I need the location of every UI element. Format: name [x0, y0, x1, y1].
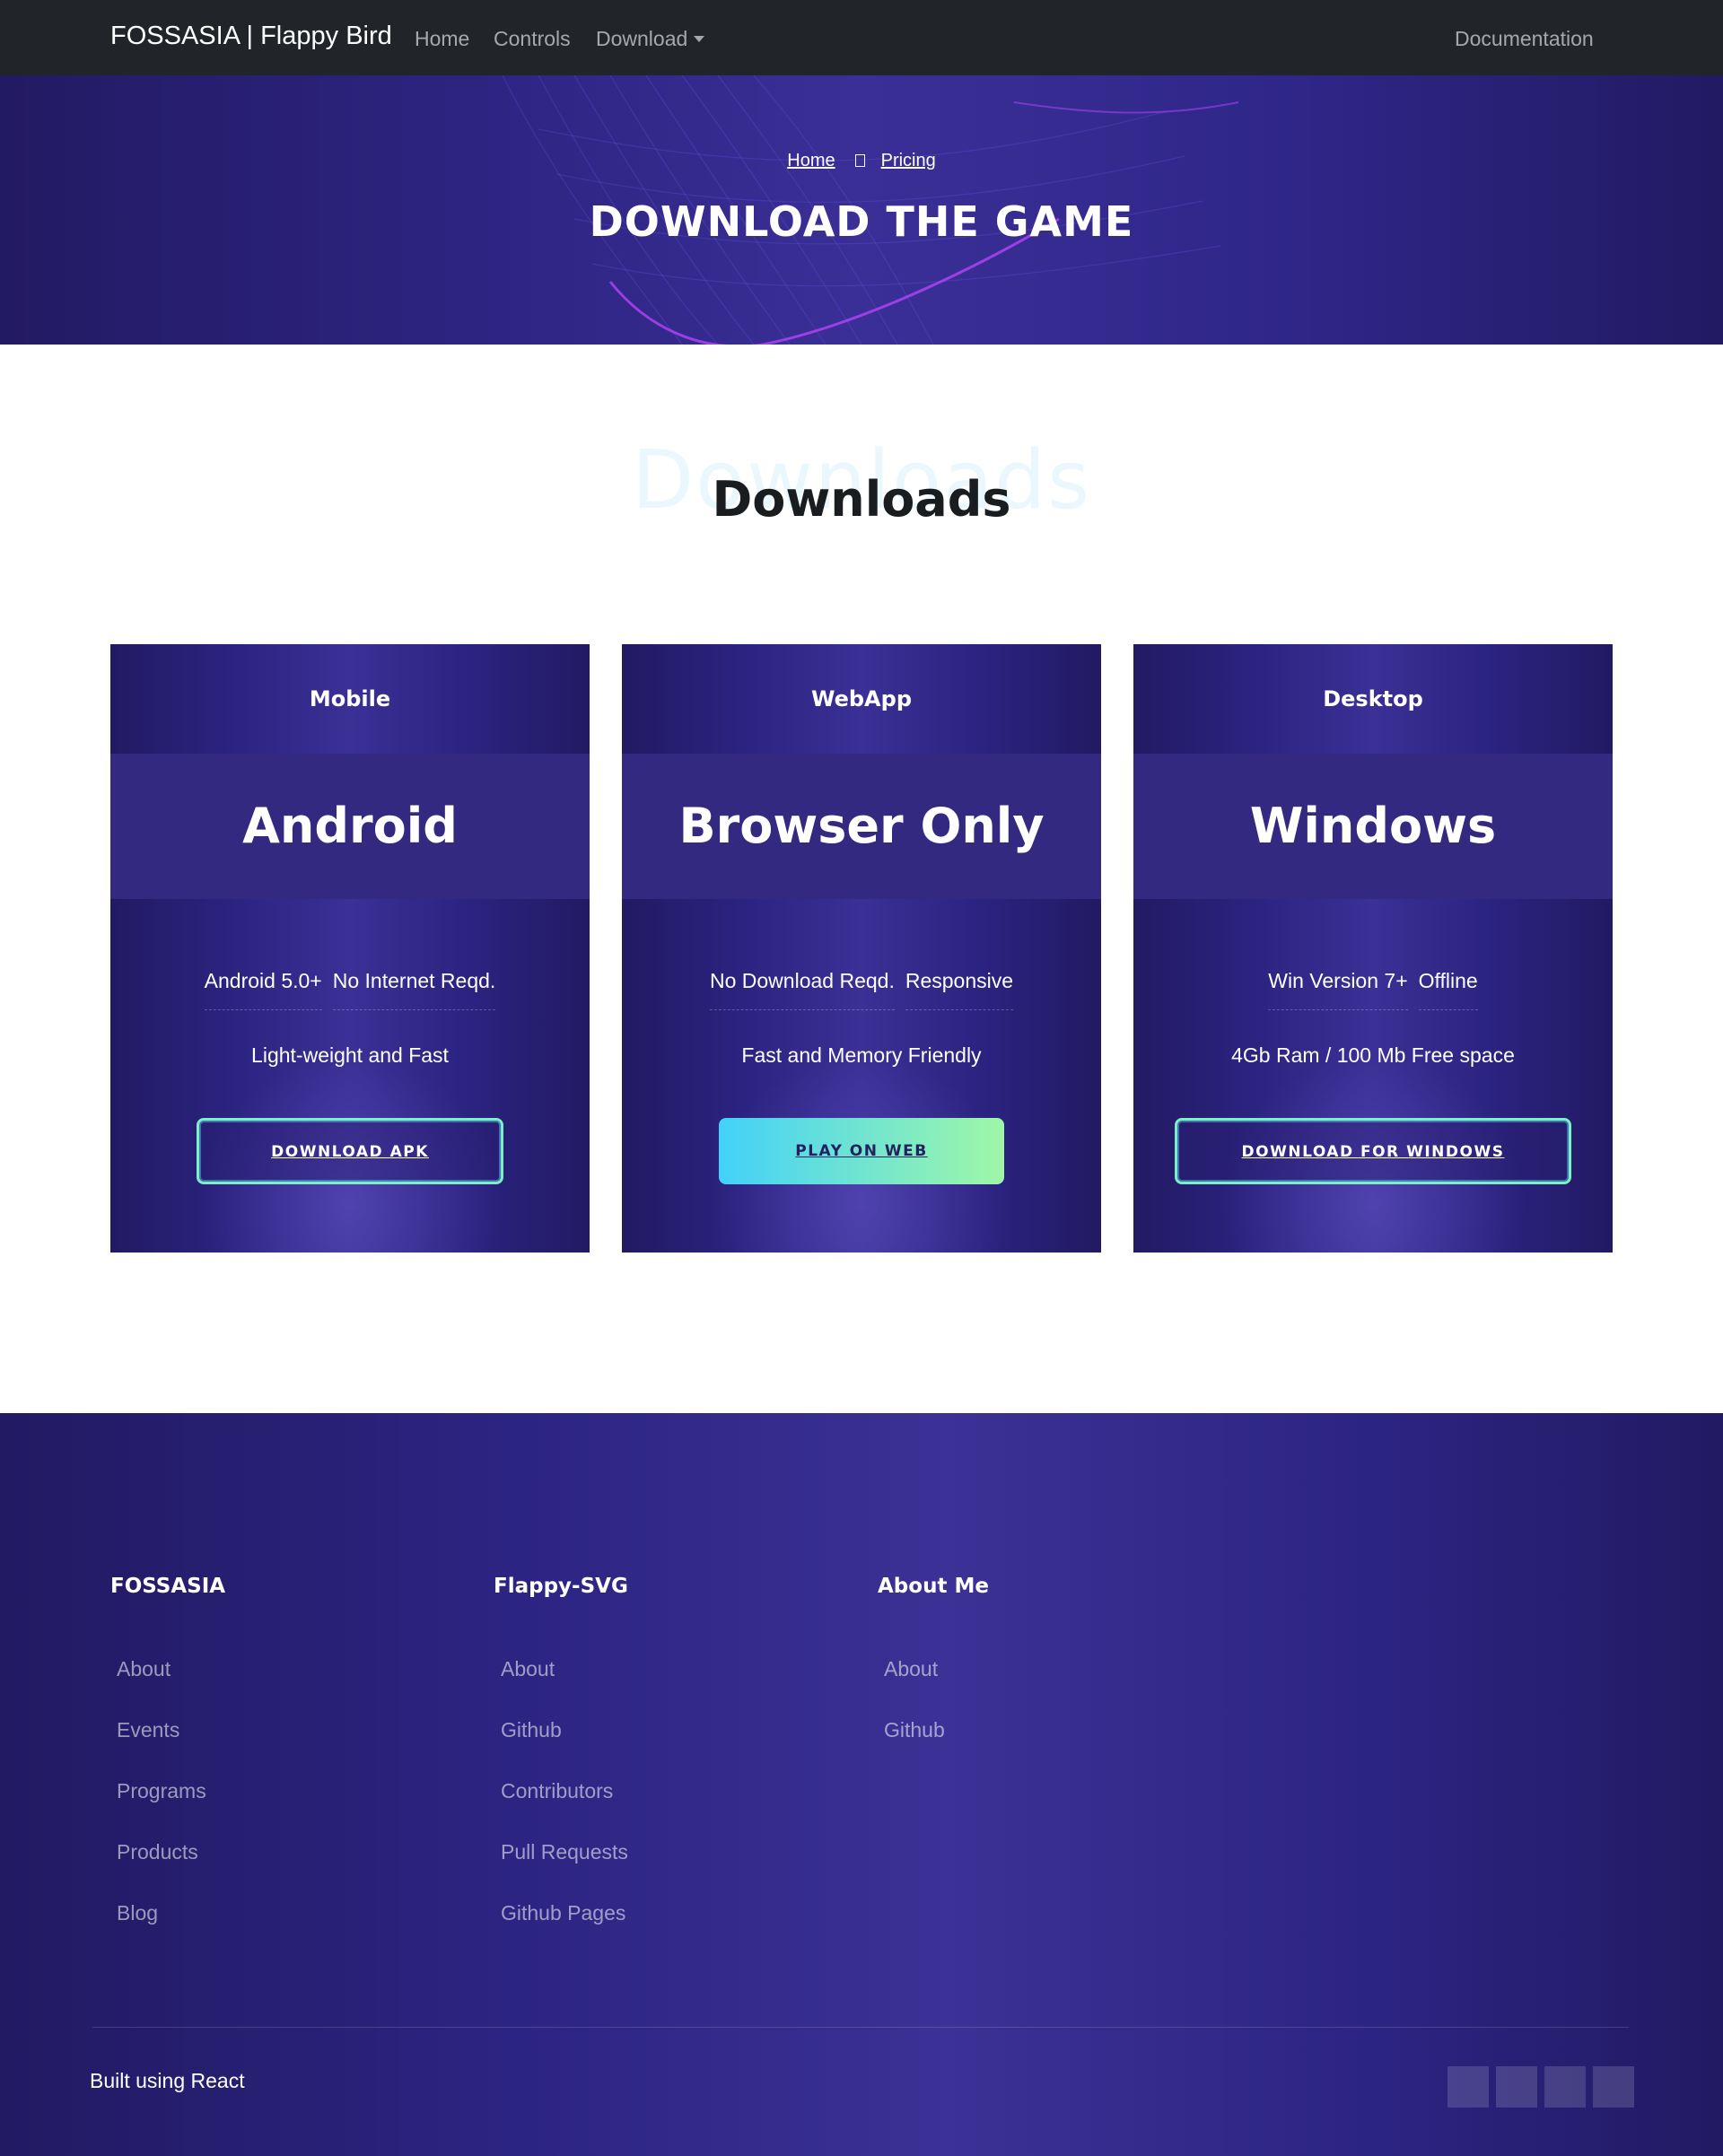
- card-feature: Responsive: [905, 969, 1014, 1010]
- breadcrumb-home-link[interactable]: Home: [787, 151, 835, 170]
- footer-link-contributors[interactable]: Contributors: [501, 1779, 628, 1840]
- footer-heading-fossasia: FOSSASIA: [110, 1575, 226, 1598]
- card-category: Mobile: [309, 686, 391, 711]
- card-name-band: Windows: [1133, 754, 1613, 899]
- footer-link-about[interactable]: About: [117, 1657, 206, 1718]
- breadcrumb-pricing-link[interactable]: Pricing: [881, 151, 936, 170]
- card-feature: Win Version 7+: [1268, 969, 1408, 1010]
- footer-link-github[interactable]: Github: [884, 1718, 945, 1779]
- download-card-mobile: Mobile Android Android 5.0+ No Internet R…: [110, 644, 590, 1253]
- card-features: No Download Reqd. Responsive: [622, 969, 1101, 1010]
- footer-built-using: Built using React: [90, 2069, 245, 2092]
- breadcrumb: Home Pricing: [0, 151, 1723, 171]
- card-platform-name: Browser Only: [678, 798, 1045, 854]
- card-feature: No Download Reqd.: [709, 969, 895, 1010]
- footer-link-pull-requests[interactable]: Pull Requests: [501, 1840, 628, 1901]
- section-title: Downloads: [712, 471, 1011, 528]
- social-icon[interactable]: [1544, 2066, 1586, 2108]
- card-name-band: Browser Only: [622, 754, 1101, 899]
- footer-links-fossasia: About Events Programs Products Blog: [117, 1657, 206, 1962]
- download-card-webapp: WebApp Browser Only No Download Reqd. Res…: [622, 644, 1101, 1253]
- brand-link[interactable]: FOSSASIA | Flappy Bird: [110, 22, 392, 51]
- footer-link-about[interactable]: About: [884, 1657, 945, 1718]
- download-card-desktop: Desktop Windows Win Version 7+ Offline 4G…: [1133, 644, 1613, 1253]
- footer-heading-about-me: About Me: [878, 1575, 989, 1598]
- nav-download-label: Download: [596, 27, 688, 50]
- footer-link-products[interactable]: Products: [117, 1840, 206, 1901]
- caret-down-icon: [694, 36, 705, 42]
- footer: FOSSASIA Flappy-SVG About Me About Event…: [0, 1413, 1723, 2156]
- card-feature: Android 5.0+: [204, 969, 322, 1010]
- card-features: Android 5.0+ No Internet Reqd.: [110, 969, 590, 1010]
- footer-links-flappy-svg: About Github Contributors Pull Requests …: [501, 1657, 628, 1962]
- card-platform-name: Android: [242, 798, 458, 854]
- nav-documentation[interactable]: Documentation: [1455, 27, 1594, 51]
- footer-link-blog[interactable]: Blog: [117, 1901, 206, 1962]
- footer-link-programs[interactable]: Programs: [117, 1779, 206, 1840]
- footer-link-github[interactable]: Github: [501, 1718, 628, 1779]
- footer-link-github-pages[interactable]: Github Pages: [501, 1901, 628, 1962]
- navbar: FOSSASIA | Flappy Bird Home Controls Dow…: [0, 0, 1723, 75]
- breadcrumb-separator-icon: [854, 154, 865, 167]
- page-title: DOWNLOAD THE GAME: [589, 197, 1134, 246]
- card-feature-line: Fast and Memory Friendly: [741, 1043, 982, 1067]
- footer-heading-flappy-svg: Flappy-SVG: [494, 1575, 628, 1598]
- card-features: Win Version 7+ Offline: [1133, 969, 1613, 1010]
- download-apk-button[interactable]: DOWNLOAD APK: [197, 1118, 503, 1184]
- footer-link-about[interactable]: About: [501, 1657, 628, 1718]
- card-feature: Offline: [1418, 969, 1478, 1010]
- download-for-windows-button[interactable]: DOWNLOAD FOR WINDOWS: [1175, 1118, 1571, 1184]
- footer-links-about-me: About Github: [884, 1657, 945, 1779]
- card-feature: No Internet Reqd.: [332, 969, 496, 1010]
- footer-link-events[interactable]: Events: [117, 1718, 206, 1779]
- card-name-band: Android: [110, 754, 590, 899]
- play-on-web-button[interactable]: PLAY ON WEB: [719, 1118, 1004, 1184]
- hero-banner: Home Pricing DOWNLOAD THE GAME: [0, 75, 1723, 345]
- footer-divider: [92, 2027, 1629, 2028]
- card-feature-line: 4Gb Ram / 100 Mb Free space: [1231, 1043, 1515, 1067]
- social-icon[interactable]: [1447, 2066, 1489, 2108]
- card-platform-name: Windows: [1249, 798, 1497, 854]
- card-category: WebApp: [810, 686, 912, 711]
- social-icon[interactable]: [1496, 2066, 1537, 2108]
- nav-download-dropdown[interactable]: Download: [596, 27, 705, 51]
- nav-home[interactable]: Home: [415, 27, 469, 51]
- card-category: Desktop: [1323, 686, 1423, 711]
- card-feature-line: Light-weight and Fast: [251, 1043, 449, 1067]
- nav-controls[interactable]: Controls: [494, 27, 571, 51]
- social-icon[interactable]: [1593, 2066, 1634, 2108]
